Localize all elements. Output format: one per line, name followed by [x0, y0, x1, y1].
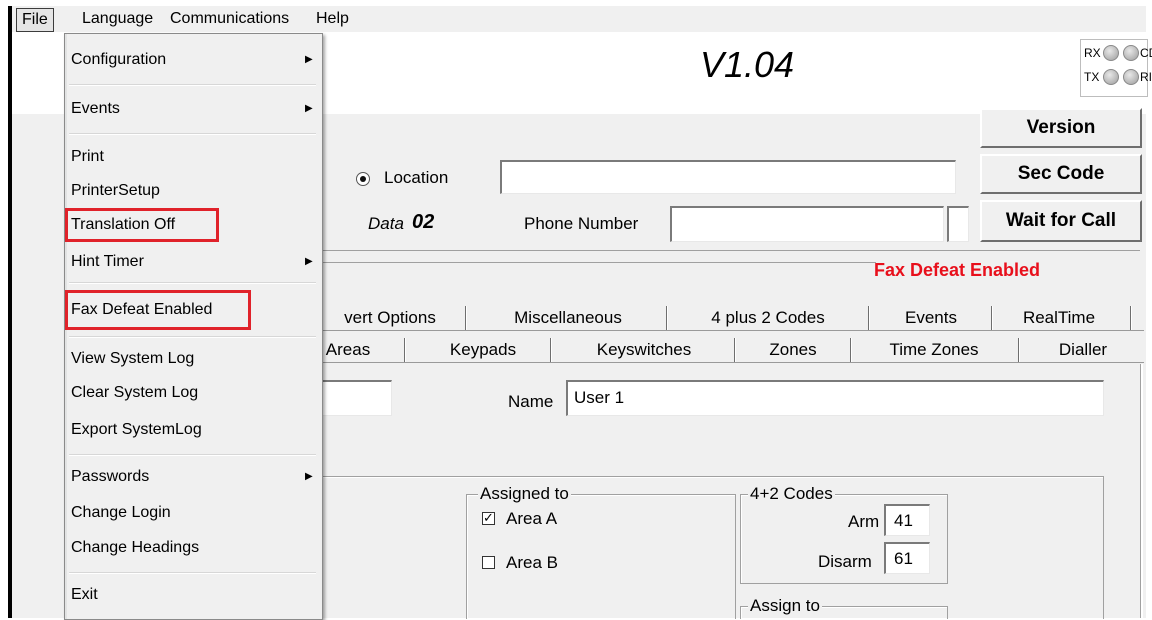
divider — [320, 262, 876, 263]
rx-led-icon — [1103, 45, 1119, 61]
submenu-arrow-icon: ▶ — [305, 471, 313, 482]
menu-bar: File Language Communications Help — [12, 6, 1146, 33]
arm-label: Arm — [848, 512, 880, 531]
menu-item-translation-off[interactable]: Translation Off — [71, 214, 175, 236]
phone-number-label: Phone Number — [524, 214, 639, 233]
disarm-label: Disarm — [818, 552, 872, 571]
tab-separator — [734, 338, 736, 362]
tab-separator — [404, 338, 406, 362]
tab-separator — [991, 306, 993, 330]
submenu-arrow-icon: ▶ — [305, 103, 313, 114]
menu-item-view-system-log[interactable]: View System Log — [71, 348, 194, 370]
cd-led-icon — [1123, 45, 1139, 61]
tab-separator — [1130, 306, 1132, 330]
tab-areas[interactable]: Areas — [320, 338, 376, 362]
menu-separator — [69, 282, 316, 284]
location-label: Location — [384, 168, 449, 187]
sec-code-button[interactable]: Sec Code — [980, 154, 1142, 194]
tab-row-1: vert Options Miscellaneous 4 plus 2 Code… — [320, 306, 1144, 331]
ri-led-icon — [1123, 69, 1139, 85]
tab-time-zones[interactable]: Time Zones — [854, 338, 1014, 362]
area-a-label: Area A — [506, 509, 558, 528]
menu-communications[interactable]: Communications — [166, 8, 293, 30]
user-name-input[interactable]: User 1 — [566, 380, 1104, 416]
menu-item-fax-defeat-enabled[interactable]: Fax Defeat Enabled — [71, 299, 212, 321]
menu-item-passwords[interactable]: Passwords — [71, 466, 149, 488]
menu-file[interactable]: File — [16, 8, 54, 32]
menu-item-configuration[interactable]: Configuration — [71, 49, 166, 71]
menu-item-printer-setup[interactable]: PrinterSetup — [71, 180, 160, 202]
menu-item-change-login[interactable]: Change Login — [71, 502, 171, 524]
menu-item-hint-timer[interactable]: Hint Timer — [71, 251, 144, 273]
fax-defeat-status: Fax Defeat Enabled — [874, 260, 1041, 280]
tx-label: TX — [1084, 70, 1100, 84]
tab-4plus2-codes[interactable]: 4 plus 2 Codes — [670, 306, 866, 330]
menu-item-print[interactable]: Print — [71, 146, 104, 168]
tab-miscellaneous[interactable]: Miscellaneous — [470, 306, 666, 330]
tx-led-icon — [1103, 69, 1119, 85]
menu-language[interactable]: Language — [78, 8, 157, 30]
data-label: Data — [368, 214, 404, 233]
submenu-arrow-icon: ▶ — [305, 54, 313, 65]
menu-item-change-headings[interactable]: Change Headings — [71, 537, 199, 559]
assign-to-title: Assign to — [748, 596, 822, 616]
menu-item-exit[interactable]: Exit — [71, 584, 98, 606]
tab-keypads[interactable]: Keypads — [408, 338, 558, 362]
tab-panel-edge — [1140, 364, 1143, 618]
menu-item-export-system-log[interactable]: Export SystemLog — [71, 419, 202, 441]
menu-separator — [69, 84, 316, 86]
wait-for-call-button[interactable]: Wait for Call — [980, 200, 1142, 242]
disarm-code-input[interactable]: 61 — [884, 542, 930, 574]
submenu-arrow-icon: ▶ — [305, 256, 313, 267]
version-title: V1.04 — [700, 44, 795, 85]
divider — [320, 250, 1140, 251]
menu-help[interactable]: Help — [312, 8, 353, 30]
menu-separator — [69, 572, 316, 574]
tab-convert-options[interactable]: vert Options — [320, 306, 460, 330]
location-input[interactable] — [500, 160, 956, 194]
tab-separator — [666, 306, 668, 330]
modem-status-leds: RX CD TX RI — [1080, 39, 1152, 97]
tab-row-2: Areas Keypads Keyswitches Zones Time Zon… — [320, 338, 1144, 363]
tab-realtime[interactable]: RealTime — [996, 306, 1122, 330]
tab-separator — [465, 306, 467, 330]
ri-label: RI — [1140, 70, 1152, 84]
name-label: Name — [508, 392, 554, 411]
tab-dialler[interactable]: Dialler — [1022, 338, 1144, 362]
arm-code-input[interactable]: 41 — [884, 504, 930, 536]
menu-separator — [69, 454, 316, 456]
tab-zones[interactable]: Zones — [738, 338, 848, 362]
area-b-label: Area B — [506, 553, 558, 572]
phone-number-input[interactable] — [670, 206, 944, 242]
cd-label: CD — [1140, 46, 1152, 60]
rx-label: RX — [1084, 46, 1101, 60]
phone-extra-field[interactable] — [947, 206, 969, 242]
file-menu-dropdown: Configuration ▶ Events ▶ Print PrinterSe… — [64, 33, 323, 620]
tab-events[interactable]: Events — [872, 306, 990, 330]
data-number: 02 — [412, 211, 435, 233]
radio-dot-icon — [360, 176, 366, 182]
version-button[interactable]: Version — [980, 108, 1142, 148]
area-b-checkbox[interactable] — [482, 556, 495, 569]
menu-separator — [69, 336, 316, 338]
area-a-checkbox[interactable]: ✓ — [482, 511, 495, 525]
codes-title: 4+2 Codes — [748, 484, 835, 504]
menu-item-events[interactable]: Events — [71, 98, 120, 120]
tab-separator — [1018, 338, 1020, 362]
tab-separator — [550, 338, 552, 362]
tab-separator — [850, 338, 852, 362]
user-code-input[interactable] — [320, 380, 392, 416]
assigned-to-title: Assigned to — [478, 484, 571, 504]
menu-separator — [69, 133, 316, 135]
location-radio[interactable] — [356, 172, 370, 186]
tab-separator — [868, 306, 870, 330]
tab-keyswitches[interactable]: Keyswitches — [554, 338, 734, 362]
menu-item-clear-system-log[interactable]: Clear System Log — [71, 382, 198, 404]
